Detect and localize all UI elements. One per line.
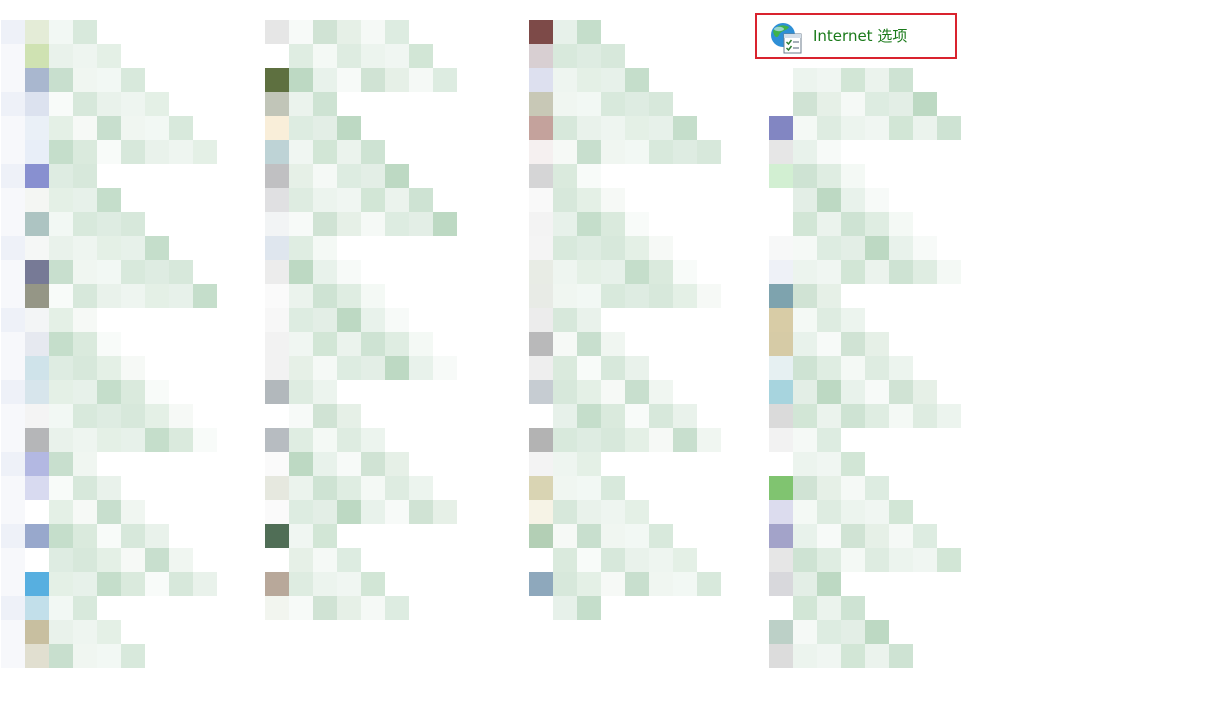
pixelated-control-panel-items [0, 0, 1212, 708]
internet-options-icon [771, 23, 802, 54]
internet-options-label: Internet 选项 [813, 27, 908, 45]
internet-options-item[interactable]: Internet 选项 [755, 13, 957, 59]
